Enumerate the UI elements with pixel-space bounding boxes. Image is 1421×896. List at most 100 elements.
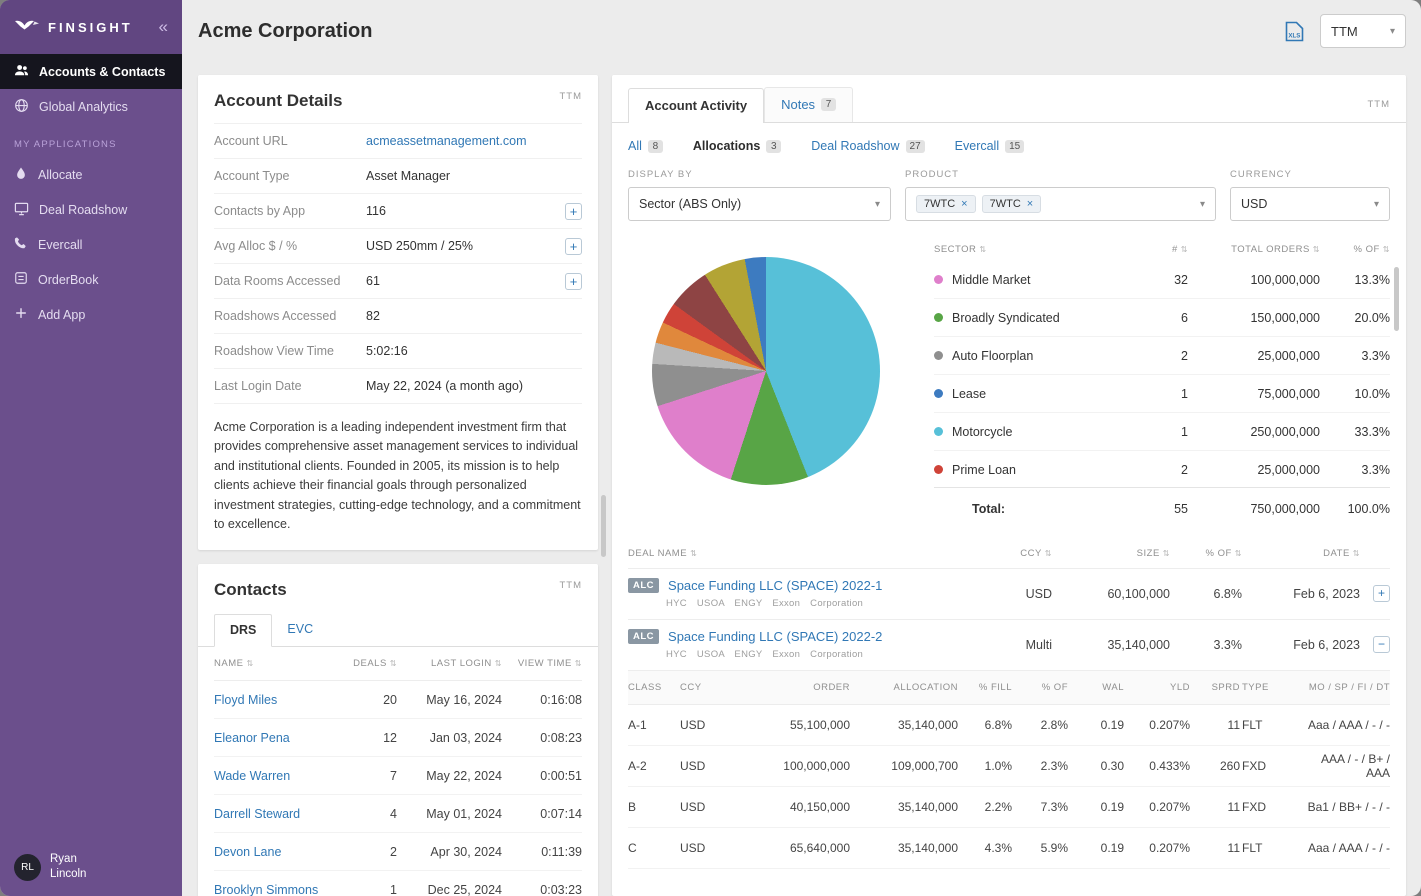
contact-name-link[interactable]: Devon Lane: [214, 845, 347, 859]
contact-name-link[interactable]: Floyd Miles: [214, 693, 347, 707]
column-header-ccy: CCY: [680, 682, 736, 693]
cell-type: FXD: [1242, 800, 1296, 814]
contact-name-link[interactable]: Wade Warren: [214, 769, 347, 783]
column-header-last-login[interactable]: LAST LOGIN⇅: [397, 658, 502, 669]
currency-select[interactable]: USD ▾: [1230, 187, 1390, 221]
account-url-link[interactable]: acmeassetmanagement.com: [366, 134, 582, 148]
expand-metric-icon[interactable]: +: [565, 238, 582, 255]
chevron-down-icon: ▾: [1200, 199, 1205, 210]
column-header-name[interactable]: NAME⇅: [214, 658, 347, 669]
expand-metric-icon[interactable]: +: [565, 273, 582, 290]
column-header-date[interactable]: DATE⇅: [1242, 548, 1360, 559]
display-by-label: DISPLAY BY: [628, 169, 891, 180]
expand-metric-icon[interactable]: +: [565, 203, 582, 220]
column-header-sector[interactable]: SECTOR⇅: [934, 244, 1132, 255]
user-profile[interactable]: RL Ryan Lincoln: [0, 838, 182, 896]
sort-icon[interactable]: ⇅: [575, 659, 582, 668]
cell-pct-fill: 1.0%: [960, 759, 1012, 773]
column-header-order: ORDER: [738, 682, 850, 693]
sort-icon[interactable]: ⇅: [979, 245, 986, 254]
deal-ccy: USD: [988, 587, 1052, 601]
sort-icon[interactable]: ⇅: [1181, 245, 1188, 254]
remove-chip-icon[interactable]: ×: [961, 198, 967, 210]
contact-name-link[interactable]: Darrell Steward: [214, 807, 347, 821]
contact-view-time: 0:11:39: [502, 845, 582, 859]
expand-deal-icon[interactable]: +: [1373, 585, 1390, 602]
scrollbar-thumb[interactable]: [1394, 267, 1399, 331]
account-details-title: Account Details: [214, 91, 342, 111]
sidebar-item-evercall[interactable]: Evercall: [0, 227, 182, 262]
sort-icon[interactable]: ⇅: [1045, 549, 1052, 558]
column-header-total-orders[interactable]: TOTAL ORDERS⇅: [1188, 244, 1320, 255]
remove-chip-icon[interactable]: ×: [1027, 198, 1033, 210]
sector-table-scroll-area[interactable]: Middle Market 32 100,000,000 13.3% Broad…: [934, 261, 1390, 487]
sort-icon[interactable]: ⇅: [495, 659, 502, 668]
column-header-size[interactable]: SIZE⇅: [1052, 548, 1170, 559]
column-header-pct-of[interactable]: % OF⇅: [1320, 244, 1390, 255]
column-header-deal-name[interactable]: DEAL NAME⇅: [628, 548, 988, 559]
scrollbar-thumb[interactable]: [601, 495, 606, 557]
deal-name-link[interactable]: Space Funding LLC (SPACE) 2022-1: [668, 578, 882, 593]
period-select[interactable]: TTM ▾: [1320, 14, 1406, 48]
cell-sprd: 11: [1192, 800, 1240, 814]
cell-ccy: USD: [680, 800, 736, 814]
sidebar-item-orderbook[interactable]: OrderBook: [0, 262, 182, 297]
sector-count: 2: [1132, 463, 1188, 477]
sector-row: Prime Loan 2 25,000,000 3.3%: [934, 451, 1390, 487]
sort-icon[interactable]: ⇅: [690, 549, 697, 558]
filter-evercall[interactable]: Evercall15: [955, 139, 1025, 153]
deal-name-link[interactable]: Space Funding LLC (SPACE) 2022-2: [668, 629, 882, 644]
tab-account-activity[interactable]: Account Activity: [628, 88, 764, 123]
export-xls-icon[interactable]: XLS: [1285, 21, 1304, 42]
sort-icon[interactable]: ⇅: [1313, 245, 1320, 254]
filter-all[interactable]: All8: [628, 139, 663, 153]
sector-total-orders: 25,000,000: [1188, 463, 1320, 477]
detail-row-account-url: Account URL acmeassetmanagement.com: [214, 123, 582, 158]
deal-date: Feb 6, 2023: [1242, 587, 1360, 601]
sidebar-item-deal-roadshow[interactable]: Deal Roadshow: [0, 192, 182, 227]
chevron-down-icon: ▾: [1374, 199, 1379, 210]
cell-order: 65,640,000: [738, 841, 850, 855]
column-header-view-time[interactable]: VIEW TIME⇅: [502, 658, 582, 669]
sector-name-cell: Middle Market: [934, 273, 1132, 287]
sector-pie-chart[interactable]: [652, 257, 880, 485]
sector-pct: 3.3%: [1320, 349, 1390, 363]
sort-icon[interactable]: ⇅: [390, 659, 397, 668]
sidebar-item-accounts-contacts[interactable]: Accounts & Contacts: [0, 54, 182, 89]
display-by-select[interactable]: Sector (ABS Only) ▾: [628, 187, 891, 221]
cell-pct-fill: 6.8%: [960, 718, 1012, 732]
sidebar-item-add-app[interactable]: Add App: [0, 297, 182, 332]
filter-allocations[interactable]: Allocations3: [693, 139, 781, 153]
sort-icon[interactable]: ⇅: [1353, 549, 1360, 558]
collapse-deal-icon[interactable]: −: [1373, 636, 1390, 653]
filter-deal-roadshow[interactable]: Deal Roadshow27: [811, 139, 924, 153]
sort-icon[interactable]: ⇅: [1163, 549, 1170, 558]
tab-evc[interactable]: EVC: [272, 614, 328, 646]
column-header-count[interactable]: #⇅: [1132, 244, 1188, 255]
contact-deals: 12: [347, 731, 397, 745]
cell-type: FXD: [1242, 759, 1296, 773]
column-header-ccy[interactable]: CCY⇅: [988, 548, 1052, 559]
sort-icon[interactable]: ⇅: [1235, 549, 1242, 558]
contacts-card: Contacts TTM DRS EVC NAME⇅ DEALS⇅ LAST L…: [198, 564, 598, 896]
total-label: Total:: [934, 502, 1132, 516]
contact-name-link[interactable]: Eleanor Pena: [214, 731, 347, 745]
detail-label: Avg Alloc $ / %: [214, 239, 366, 253]
tab-notes[interactable]: Notes7: [764, 87, 853, 122]
sort-icon[interactable]: ⇅: [1383, 245, 1390, 254]
presentation-icon: [14, 201, 29, 219]
column-header-pct-of[interactable]: % OF⇅: [1170, 548, 1242, 559]
deal-pct: 3.3%: [1170, 638, 1242, 652]
column-header-yld: YLD: [1126, 682, 1190, 693]
total-orders: 750,000,000: [1188, 502, 1320, 516]
sidebar-item-allocate[interactable]: Allocate: [0, 157, 182, 192]
sidebar-item-global-analytics[interactable]: Global Analytics: [0, 89, 182, 124]
sort-icon[interactable]: ⇅: [246, 659, 253, 668]
tab-drs[interactable]: DRS: [214, 614, 272, 647]
contact-name-link[interactable]: Brooklyn Simmons: [214, 883, 347, 896]
product-multiselect[interactable]: 7WTC× 7WTC× ▾: [905, 187, 1216, 221]
collapse-sidebar-icon[interactable]: «: [159, 17, 168, 37]
detail-label: Account Type: [214, 169, 366, 183]
contact-row: Darrell Steward 4 May 01, 2024 0:07:14: [214, 795, 582, 833]
column-header-deals[interactable]: DEALS⇅: [347, 658, 397, 669]
